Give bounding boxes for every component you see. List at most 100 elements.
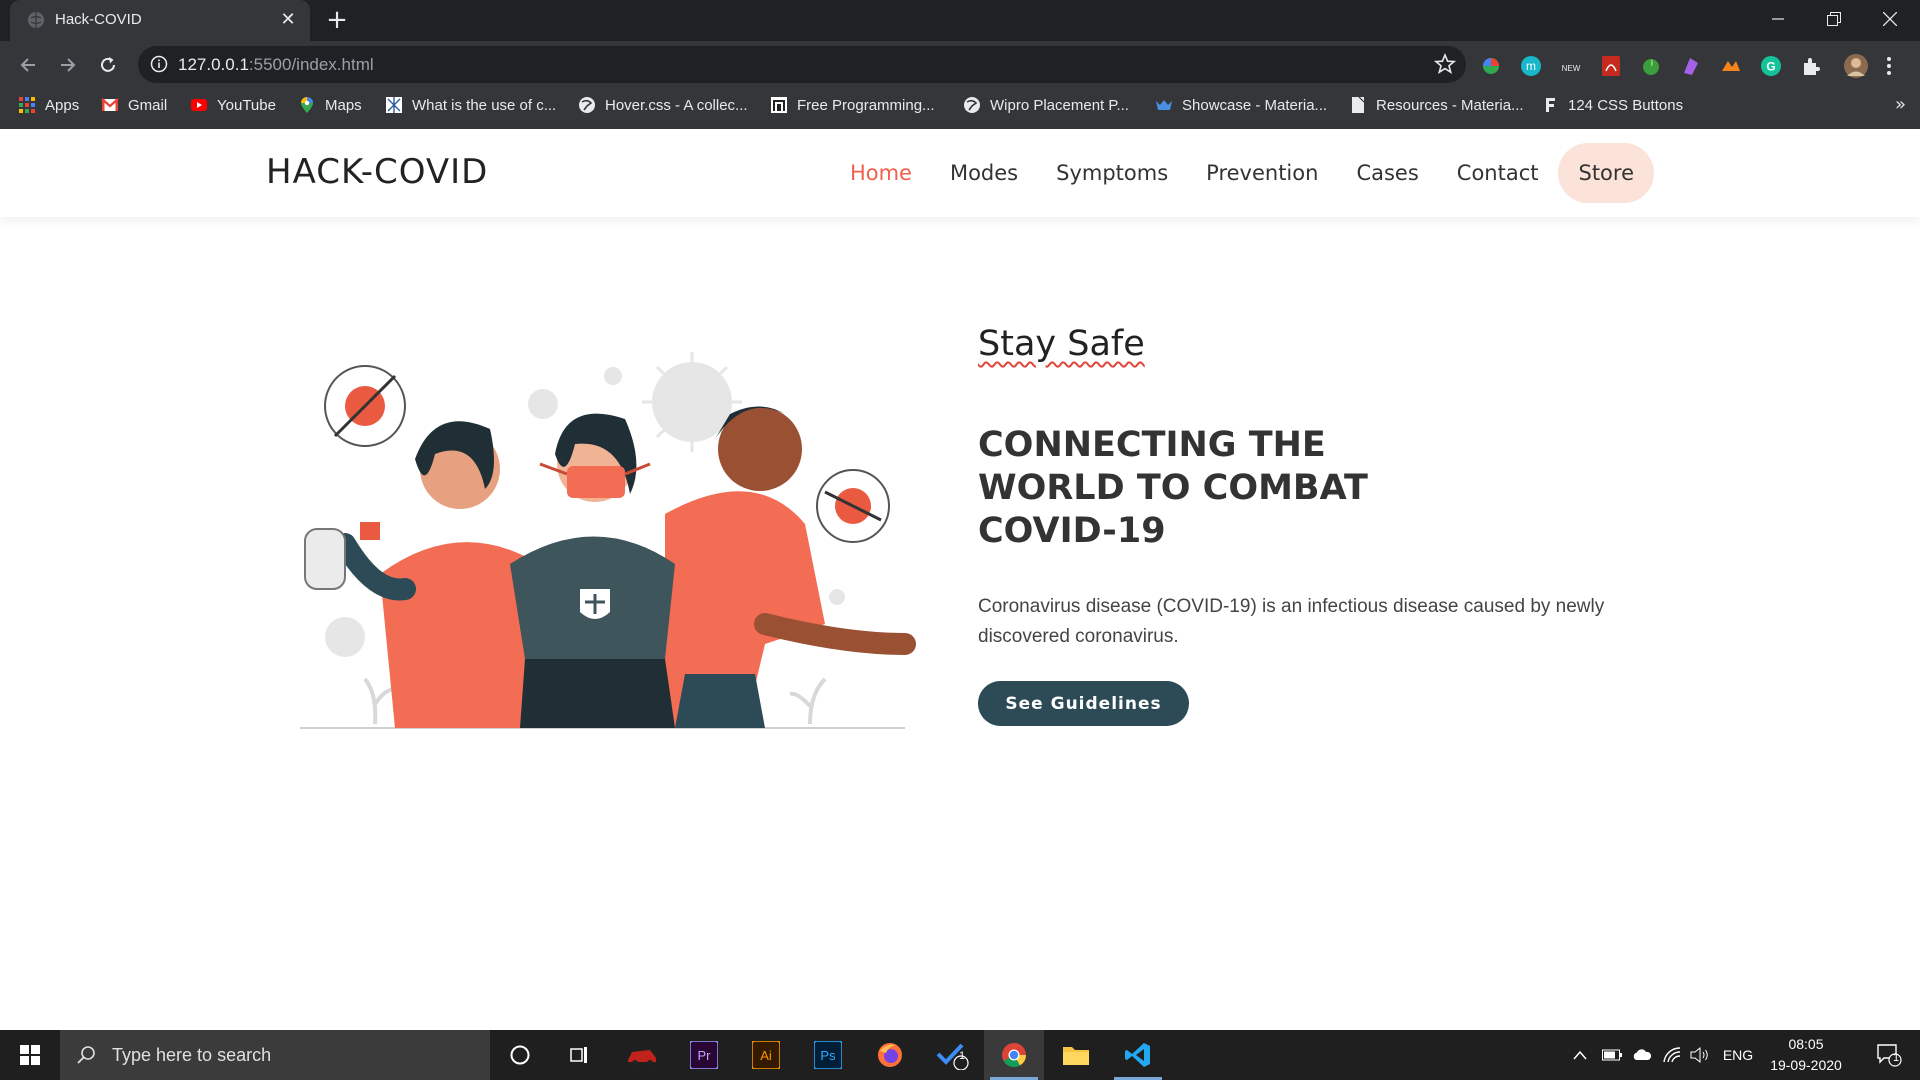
taskbar-app-todo[interactable]: 1	[922, 1030, 982, 1080]
extension-orange-icon[interactable]	[1720, 55, 1742, 77]
nav-store[interactable]: Store	[1558, 143, 1654, 203]
cortana-icon	[510, 1045, 530, 1065]
extension-pdf-icon[interactable]	[1600, 55, 1622, 77]
arrow-left-icon	[20, 58, 35, 72]
nav-symptoms[interactable]: Symptoms	[1056, 161, 1168, 185]
nav-modes[interactable]: Modes	[950, 161, 1018, 185]
globe-icon	[964, 97, 980, 113]
hero-eyebrow: Stay Safe	[978, 324, 1145, 364]
nav-contact[interactable]: Contact	[1457, 161, 1539, 185]
extension-m-icon[interactable]: m	[1520, 55, 1542, 77]
info-icon[interactable]	[150, 55, 168, 73]
url-text[interactable]: 127.0.0.1:5500/index.html	[178, 55, 374, 75]
taskbar-search[interactable]: Type here to search	[60, 1030, 490, 1080]
browser-menu-icon[interactable]	[1884, 55, 1894, 77]
minimize-window-button[interactable]	[1750, 0, 1806, 37]
taskbar-app-illustrator[interactable]: Ai	[736, 1030, 796, 1080]
nav-prevention[interactable]: Prevention	[1206, 161, 1318, 185]
arrow-right-icon	[61, 58, 76, 72]
action-center-button[interactable]: 1	[1864, 1030, 1914, 1080]
page-icon	[1352, 96, 1365, 113]
close-window-button[interactable]	[1862, 0, 1918, 37]
battery-icon	[1602, 1049, 1622, 1061]
bookmark-hover-css[interactable]: Hover.css - A collec...	[578, 88, 748, 122]
browser-tabstrip: Hack-COVID ✕ +	[0, 0, 1920, 41]
bookmark-free-programming[interactable]: Free Programming...	[770, 88, 935, 122]
clock-date: 19-09-2020	[1770, 1057, 1842, 1073]
hero-headline: CONNECTING THE WORLD TO COMBAT COVID-19	[978, 425, 1368, 551]
restore-window-button[interactable]	[1806, 0, 1862, 37]
nav-home[interactable]: Home	[850, 161, 912, 185]
browser-tab[interactable]: Hack-COVID ✕	[10, 0, 310, 41]
bookmark-what-is-the-use[interactable]: What is the use of c...	[385, 88, 556, 122]
apps-grid-icon	[19, 97, 35, 113]
wifi-icon	[1663, 1047, 1681, 1063]
profile-avatar[interactable]	[1843, 53, 1869, 79]
premiere-pro-icon: Pr	[690, 1041, 718, 1069]
taskbar-app-vscode[interactable]	[1108, 1030, 1168, 1080]
new-tab-button[interactable]: +	[324, 7, 350, 34]
see-guidelines-button[interactable]: See Guidelines	[978, 681, 1189, 726]
extensions-puzzle-icon[interactable]	[1800, 55, 1822, 77]
bookmark-label: Maps	[325, 96, 362, 114]
taskbar-app-file-explorer[interactable]	[1046, 1030, 1106, 1080]
bookmark-youtube[interactable]: YouTube	[190, 88, 276, 122]
system-clock[interactable]: 08:05 19-09-2020	[1756, 1034, 1856, 1076]
reload-button[interactable]	[94, 51, 122, 79]
taskbar-app-chrome[interactable]	[984, 1030, 1044, 1080]
windows-logo-icon	[20, 1045, 40, 1065]
extension-leaf-icon[interactable]	[1640, 55, 1662, 77]
svg-text:m: m	[1526, 59, 1536, 73]
show-hidden-icons-button[interactable]	[1566, 1030, 1594, 1080]
web-page: HACK-COVID Home Modes Symptoms Preventio…	[0, 129, 1920, 1030]
bookmark-apps[interactable]: Apps	[18, 88, 79, 122]
extension-grammarly-icon[interactable]: G	[1760, 55, 1782, 77]
bookmark-label: Gmail	[128, 96, 168, 114]
bookmark-gmail[interactable]: Gmail	[101, 88, 167, 122]
svg-text:Pr: Pr	[698, 1048, 712, 1063]
bookmark-label: Apps	[45, 96, 80, 114]
taskbar-app-premiere[interactable]: Pr	[674, 1030, 734, 1080]
bookmark-star-icon[interactable]	[1434, 53, 1456, 75]
site-logo-icon	[771, 97, 787, 113]
extension-purple-icon[interactable]	[1680, 55, 1702, 77]
task-view-button[interactable]	[550, 1030, 610, 1080]
site-logo[interactable]: HACK-COVID	[266, 152, 488, 192]
hero-description: Coronavirus disease (COVID-19) is an inf…	[978, 596, 1605, 647]
onedrive-indicator[interactable]	[1628, 1030, 1656, 1080]
nav-cases[interactable]: Cases	[1356, 161, 1418, 185]
network-indicator[interactable]	[1658, 1030, 1686, 1080]
cortana-button[interactable]	[490, 1030, 550, 1080]
svg-text:G: G	[1766, 60, 1775, 74]
battery-indicator[interactable]	[1598, 1030, 1626, 1080]
bookmark-maps[interactable]: Maps	[298, 88, 362, 122]
bookmark-css-buttons[interactable]: 124 CSS Buttons	[1541, 88, 1683, 122]
language-indicator[interactable]: ENG	[1720, 1030, 1756, 1080]
start-button[interactable]	[0, 1030, 60, 1080]
volume-indicator[interactable]	[1686, 1030, 1714, 1080]
minimize-icon	[1772, 17, 1784, 20]
bookmark-label: Showcase - Materia...	[1182, 96, 1328, 114]
restore-icon	[1827, 11, 1841, 26]
folder-icon	[1063, 1047, 1089, 1065]
bookmark-resources[interactable]: Resources - Materia...	[1349, 88, 1524, 122]
svg-text:NEW: NEW	[1562, 64, 1581, 73]
bookmark-label: Resources - Materia...	[1376, 96, 1524, 114]
photoshop-icon: Ps	[814, 1041, 842, 1069]
taskbar-app-firefox[interactable]	[860, 1030, 920, 1080]
bookmark-label: Hover.css - A collec...	[605, 96, 748, 114]
bookmark-showcase[interactable]: Showcase - Materia...	[1155, 88, 1327, 122]
taskbar-app-game[interactable]	[612, 1030, 672, 1080]
bookmarks-overflow-button[interactable]: »	[1895, 94, 1906, 115]
bookmark-wipro[interactable]: Wipro Placement P...	[963, 88, 1129, 122]
extension-new-icon[interactable]: NEW	[1560, 55, 1582, 77]
bookmark-label: YouTube	[217, 96, 276, 114]
site-logo-icon	[386, 97, 402, 113]
forward-button[interactable]	[54, 51, 82, 79]
extension-colorpicker-icon[interactable]	[1480, 55, 1502, 77]
back-button[interactable]	[14, 51, 42, 79]
svg-text:Ps: Ps	[820, 1048, 836, 1063]
taskbar-app-photoshop[interactable]: Ps	[798, 1030, 858, 1080]
close-tab-icon[interactable]: ✕	[278, 10, 298, 30]
address-bar[interactable]: 127.0.0.1:5500/index.html	[138, 46, 1466, 83]
